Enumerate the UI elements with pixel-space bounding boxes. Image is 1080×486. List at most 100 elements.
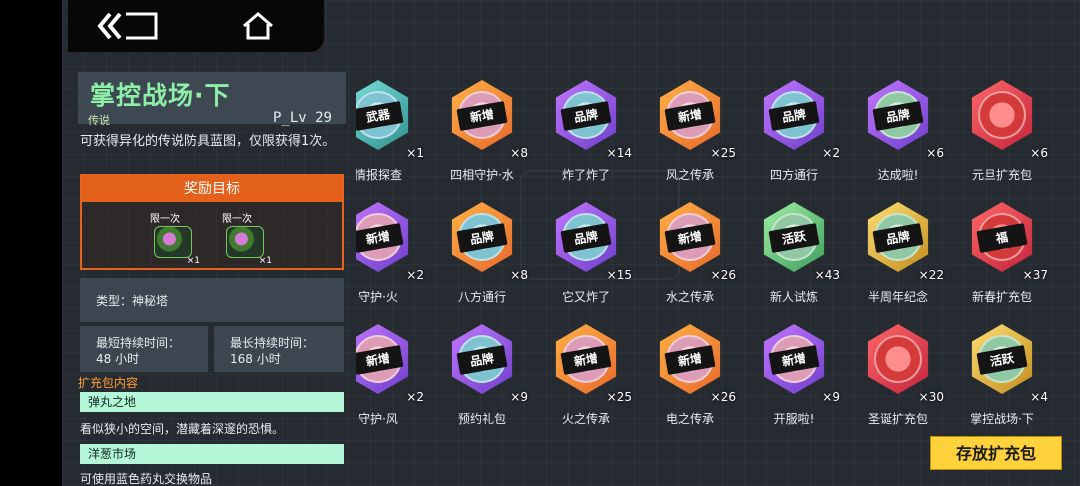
pack-item[interactable]: 品牌 ×6 达成啦!: [846, 72, 950, 182]
pack-count: ×26: [710, 390, 736, 404]
pack-name: 新人试炼: [769, 290, 818, 304]
pack-count: ×14: [606, 146, 632, 160]
pack-name: 开服啦!: [773, 412, 815, 426]
pack-item[interactable]: 新增 ×2 守护·火: [356, 194, 430, 304]
min-duration-box: 最短持续时间： 48 小时: [80, 326, 208, 372]
pack-item[interactable]: 福 ×37 新春扩充包: [950, 194, 1054, 304]
pack-count: ×37: [1022, 268, 1048, 282]
rarity-tag: 传说: [88, 114, 110, 127]
pack-item[interactable]: 品牌 ×22 半周年纪念: [846, 194, 950, 304]
pack-detail-panel: 掌控战场·下 传说 P_Lv 29 可获得异化的传说防具蓝图，仅限获得1次。 奖…: [78, 70, 346, 486]
type-text: 类型：神秘塔: [96, 294, 169, 308]
pack-item[interactable]: 活跃 ×4 掌控战场·下: [950, 316, 1054, 426]
pack-item[interactable]: 新增 ×26 水之传承: [638, 194, 742, 304]
pack-item[interactable]: 武器 ×1 情报探查: [356, 72, 430, 182]
pack-item[interactable]: ×6 元旦扩充包: [950, 72, 1054, 182]
pack-item[interactable]: 品牌 ×9 预约礼包: [430, 316, 534, 426]
reward-header: 奖励目标: [82, 176, 342, 202]
pack-name: 火之传承: [561, 412, 610, 426]
home-icon: [243, 12, 273, 40]
pack-count: ×2: [406, 390, 424, 404]
pack-item[interactable]: ×30 圣诞扩充包: [846, 316, 950, 426]
pack-count: ×8: [510, 146, 528, 160]
map-description: 看似狭小的空间，潜藏着深邃的恐惧。: [80, 422, 285, 436]
pack-name: 预约礼包: [457, 412, 506, 426]
min-duration-label: 最短持续时间：: [96, 336, 181, 350]
reward-count: ×1: [186, 256, 200, 266]
pack-name: 水之传承: [665, 290, 714, 304]
pack-count: ×9: [822, 390, 840, 404]
pack-count: ×25: [606, 390, 632, 404]
map-name[interactable]: 洋葱市场: [80, 444, 344, 464]
type-box: 类型：神秘塔: [80, 278, 344, 322]
pack-item[interactable]: 新增 ×2 守护·风: [356, 316, 430, 426]
pack-count: ×6: [1030, 146, 1048, 160]
pack-grid: 武器 ×1 情报探查 新增 ×8 四相守护·水 品牌 ×14 炸了炸了 新增 ×25 风之传承 品牌 ×2…: [356, 0, 1080, 486]
max-duration-label: 最长持续时间：: [230, 336, 315, 350]
pack-item[interactable]: 新增 ×25 风之传承: [638, 72, 742, 182]
pack-count: ×43: [814, 268, 840, 282]
pack-title: 掌控战场·下: [90, 81, 231, 110]
level-tag: P_Lv 29: [272, 110, 332, 126]
pack-name: 圣诞扩充包: [867, 412, 928, 426]
pack-description: 可获得异化的传说防具蓝图，仅限获得1次。: [80, 134, 336, 149]
reward-item[interactable]: 限一次 ×1: [220, 214, 274, 266]
pack-name: 达成啦!: [877, 168, 919, 182]
pack-item[interactable]: 品牌 ×15 它又炸了: [534, 194, 638, 304]
pack-name: 八方通行: [457, 290, 506, 304]
pack-count: ×15: [606, 268, 632, 282]
pack-name: 守护·火: [358, 290, 398, 304]
limit-badge: 限一次: [222, 214, 252, 225]
pack-count: ×22: [918, 268, 944, 282]
pack-item[interactable]: 品牌 ×2 四方通行: [742, 72, 846, 182]
pack-item[interactable]: 品牌 ×14 炸了炸了: [534, 72, 638, 182]
pack-name: 炸了炸了: [561, 168, 610, 182]
pack-emblem-core: [978, 91, 1026, 139]
pack-count: ×26: [710, 268, 736, 282]
map-description: 可使用蓝色药丸交换物品: [80, 472, 213, 486]
pack-name: 四相守护·水: [450, 168, 514, 182]
pack-item[interactable]: 活跃 ×43 新人试炼: [742, 194, 846, 304]
pack-content-label: 扩充包内容: [78, 376, 139, 390]
home-button[interactable]: [238, 8, 278, 44]
reward-items: 限一次 ×1 限一次 ×1: [82, 202, 342, 266]
pack-title-box: 掌控战场·下 传说 P_Lv 29: [78, 72, 346, 127]
pack-count: ×8: [510, 268, 528, 282]
min-duration-value: 48 小时: [96, 352, 140, 366]
pack-item[interactable]: 新增 ×8 四相守护·水: [430, 72, 534, 182]
pack-name: 半周年纪念: [867, 290, 928, 304]
limit-badge: 限一次: [150, 214, 180, 225]
max-duration-box: 最长持续时间： 168 小时: [214, 326, 344, 372]
pack-name: 情报探查: [356, 168, 402, 182]
pack-item[interactable]: 品牌 ×8 八方通行: [430, 194, 534, 304]
armor-blueprint-icon: [154, 226, 192, 258]
pack-item[interactable]: 新增 ×26 电之传承: [638, 316, 742, 426]
top-bar: [68, 0, 324, 52]
pack-name: 它又炸了: [561, 290, 610, 304]
pack-name: 风之传承: [665, 168, 714, 182]
armor-blueprint-icon: [226, 226, 264, 258]
pack-name: 掌控战场·下: [970, 412, 1034, 426]
pack-count: ×25: [710, 146, 736, 160]
pack-count: ×9: [510, 390, 528, 404]
pack-name: 电之传承: [665, 412, 714, 426]
pack-name: 四方通行: [769, 168, 818, 182]
pack-item[interactable]: 新增 ×25 火之传承: [534, 316, 638, 426]
reward-count: ×1: [258, 256, 272, 266]
map-name[interactable]: 弹丸之地: [80, 392, 344, 412]
screen-edge: [0, 0, 62, 486]
pack-name: 守护·风: [358, 412, 398, 426]
reward-item[interactable]: 限一次 ×1: [148, 214, 202, 266]
pack-count: ×1: [406, 146, 424, 160]
store-pack-button[interactable]: 存放扩充包: [930, 436, 1062, 470]
max-duration-value: 168 小时: [230, 352, 281, 366]
pack-count: ×6: [926, 146, 944, 160]
pack-count: ×2: [406, 268, 424, 282]
pack-item[interactable]: 新增 ×9 开服啦!: [742, 316, 846, 426]
pack-emblem-core: [874, 335, 922, 383]
pack-name: 元旦扩充包: [971, 168, 1032, 182]
pack-count: ×30: [918, 390, 944, 404]
double-chevron-left-icon: [97, 12, 158, 40]
pack-count: ×4: [1030, 390, 1048, 404]
back-button[interactable]: [92, 8, 164, 44]
